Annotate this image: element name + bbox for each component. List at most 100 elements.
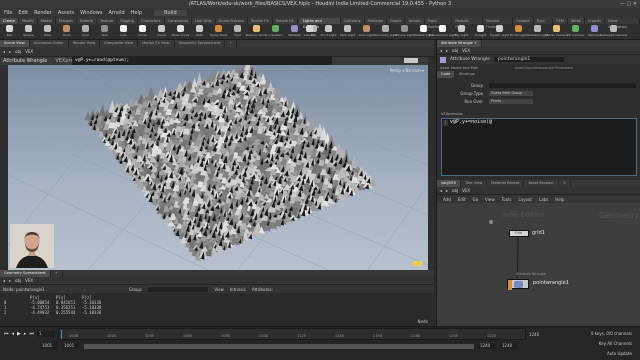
shelf-tab[interactable]: Terrain FX [247, 18, 273, 24]
shelf-tool[interactable]: Stereo Camera [545, 25, 568, 39]
path-obj[interactable]: obj [452, 48, 458, 53]
timeline-track[interactable]: 1008 1025 1040 1060 1080 1100 1120 1140 1160 1180… [57, 328, 526, 340]
start-frame-field[interactable]: 1001 [40, 343, 58, 349]
forward-icon[interactable]: ▸ [446, 48, 448, 53]
play-back-icon[interactable]: ⏮ [4, 331, 9, 337]
group-type-select[interactable]: Guess from Group [489, 90, 533, 96]
shelf-tool[interactable]: GI Light [471, 25, 490, 39]
menu-file[interactable]: File [4, 10, 12, 16]
shelf-tool[interactable]: Draw Curve [171, 25, 190, 39]
menu-help[interactable]: Help [131, 10, 142, 16]
shelf-tab[interactable]: Viscous Fluids [482, 18, 514, 29]
tab-add-button[interactable]: + [225, 40, 238, 47]
end-frame-field-2[interactable]: 1240 [500, 343, 518, 349]
viewport-code-field[interactable]: v@P.y+=rand(@ptnum); [72, 57, 332, 65]
desktop-select[interactable]: Build [154, 10, 187, 16]
shelf-tool[interactable]: Environment Light [429, 25, 456, 39]
window-controls[interactable]: — ▢ ✕ [620, 1, 637, 7]
shelf-tab[interactable]: Deform [76, 18, 98, 24]
path-obj[interactable]: obj [15, 49, 21, 54]
shelf-tool[interactable]: Geometry Light [374, 25, 397, 39]
grid-node-label[interactable]: grid1 [532, 230, 545, 236]
tab-animation-editor[interactable]: Animation Editor [30, 40, 69, 47]
menu-assets[interactable]: Assets [58, 10, 74, 16]
bypass-flag[interactable] [508, 280, 512, 290]
vex-code-editor[interactable]: 1 v@P.y+=noise(@ [441, 118, 637, 176]
viewport-code-close-icon[interactable] [404, 58, 418, 63]
shelf-tab[interactable]: Guide Process [215, 18, 248, 24]
shelf-tab[interactable]: Particle Fluids [452, 18, 483, 29]
shelf-tool[interactable]: Ambient Light [527, 25, 548, 39]
shelf-tab[interactable]: Constraints [164, 18, 193, 24]
tab-scene-view[interactable]: Scene View [0, 40, 30, 47]
step-forward-icon[interactable]: ▸ [24, 331, 27, 337]
viewport-camera-label[interactable]: Persp ▾ No cam ▾ [390, 68, 424, 73]
path-node[interactable]: VEX [25, 278, 33, 283]
current-frame-field[interactable]: 1 [36, 331, 55, 337]
forward-icon[interactable]: ▸ [9, 278, 11, 283]
tab-geometry-spreadsheet-bottom[interactable]: Geometry Spreadsheet [0, 270, 51, 277]
table-row[interactable]: 2 -4.49932 0.255544 -5.10338 [4, 310, 430, 315]
shelf-tab[interactable]: Modify [18, 18, 38, 24]
shelf-tab[interactable]: Collisions [340, 18, 365, 24]
auto-update-toggle[interactable]: Auto Update [607, 351, 632, 356]
shelf-tool[interactable]: Sphere [19, 25, 38, 39]
shelf-tab[interactable]: Texture [97, 18, 118, 24]
shelf-tool[interactable]: Font [228, 25, 247, 39]
vex-code-text[interactable]: v@P.y+=noise(@ [450, 119, 492, 125]
shelf-tool[interactable]: Tube [38, 25, 57, 39]
step-back-icon[interactable]: ◂ [12, 331, 15, 337]
shelf-tool[interactable]: Spray Paint [209, 25, 228, 39]
viewport-right-toolbar[interactable] [428, 57, 434, 270]
shelf-tab[interactable]: Model [37, 18, 56, 24]
shelf-tool[interactable]: Line [114, 25, 133, 39]
shelf-tool[interactable]: Camera [300, 25, 319, 39]
shelf-tool[interactable]: Platonic Solids [246, 25, 267, 39]
shelf-tab[interactable]: Characters [137, 18, 165, 24]
shelf-tool[interactable]: Gamepad Camera [600, 25, 627, 39]
shelf-tab[interactable]: Polygon [55, 18, 77, 24]
shelf-tool[interactable]: Circle [133, 25, 152, 39]
shelf-tab[interactable]: Pyro FX [533, 18, 554, 29]
key-all-channels-button[interactable]: Key All Channels [599, 341, 632, 346]
end-frame-field[interactable]: 1240 [478, 343, 496, 349]
shelf-tab[interactable]: Create [0, 18, 19, 24]
pointwrangle-node[interactable] [507, 279, 529, 290]
shelf-tab[interactable]: Crowds [584, 18, 605, 24]
menu-edit[interactable]: Edit [18, 10, 28, 16]
play-icon[interactable]: ▶ [17, 331, 21, 337]
shelf-tab[interactable]: Rigging [117, 18, 138, 24]
spreadsheet-view-label[interactable]: View [214, 287, 224, 292]
shelf-tab[interactable]: Drive Simulation [605, 18, 640, 29]
menu-windows[interactable]: Windows [80, 10, 102, 16]
back-icon[interactable]: ◂ [440, 48, 442, 53]
tab-geometry-spreadsheet[interactable]: Geometry Spreadsheet [175, 40, 226, 47]
spreadsheet-group-field[interactable] [148, 286, 209, 292]
shelf-tool[interactable]: Sky Light [452, 25, 471, 39]
menu-render[interactable]: Render [34, 10, 52, 16]
range-slider[interactable] [84, 343, 474, 349]
shelf-tool[interactable]: Point Light [319, 25, 338, 39]
path-obj[interactable]: obj [15, 278, 21, 283]
pointwrangle-node-label[interactable]: pointwrangle1 [533, 280, 569, 286]
path-node[interactable]: VEX [25, 49, 33, 54]
shelf-tool[interactable]: Box [0, 25, 19, 39]
spreadsheet-intrinsic-label[interactable]: Intrinsic [230, 287, 246, 292]
shelf-tool[interactable]: L-System [266, 25, 285, 39]
shelf-tab[interactable]: Particles [364, 18, 387, 24]
group-field[interactable] [489, 82, 636, 88]
shelf-tab[interactable]: Grains [386, 18, 406, 24]
shelf-tool[interactable]: Path [190, 25, 209, 39]
tab-bindings[interactable]: Bindings [455, 71, 480, 78]
shelf-tool[interactable]: Caustic Light [490, 25, 509, 39]
tab-attribute-wrangle[interactable]: Attribute Wrangle + [437, 40, 483, 47]
menu-arnold[interactable]: Arnold [108, 10, 124, 16]
node-name-field[interactable]: pointwrangle1 [493, 57, 564, 62]
viewport-left-toolbar[interactable] [0, 65, 8, 270]
tab-add-spreadsheet[interactable]: + [51, 270, 63, 277]
shelf-tab[interactable]: FEM [553, 18, 568, 24]
tab-code[interactable]: Code [437, 71, 456, 78]
back-icon[interactable]: ◂ [3, 278, 5, 283]
shelf-tab[interactable]: Oceans [513, 18, 534, 24]
shelf-tool[interactable]: Curve [152, 25, 171, 39]
